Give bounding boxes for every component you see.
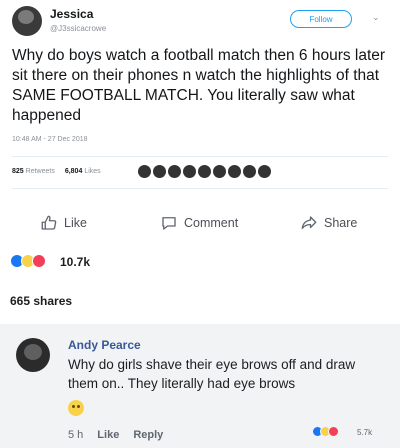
- liker-avatars: [138, 165, 271, 178]
- tweet-stats: 825 Retweets 6,804 Likes: [12, 168, 101, 175]
- avatar[interactable]: [243, 165, 256, 178]
- comment-text: Why do girls shave their eye brows off a…: [68, 357, 356, 391]
- comment-reply-link[interactable]: Reply: [133, 429, 163, 441]
- comment-label: Comment: [184, 216, 239, 230]
- likes-count: 6,804: [64, 168, 83, 175]
- likes-label: Likes: [84, 168, 101, 175]
- comment-reaction-icons[interactable]: [312, 426, 339, 437]
- follow-button[interactable]: Follow: [290, 10, 352, 28]
- comment-meta: 5 h Like Reply: [68, 429, 163, 441]
- comment-button[interactable]: Comment: [160, 214, 238, 232]
- speech-bubble-icon: [160, 214, 178, 232]
- reaction-count[interactable]: 10.7k: [60, 255, 90, 269]
- tweet-author-name[interactable]: Jessica: [50, 7, 93, 21]
- post-actions-bar: Like Comment Share: [0, 214, 400, 234]
- embedded-tweet: Jessica @J3ssicacrowe Follow ⌄ Why do bo…: [0, 0, 400, 196]
- love-reaction-icon: [328, 426, 339, 437]
- comment-age: 5 h: [68, 429, 84, 441]
- avatar[interactable]: [213, 165, 226, 178]
- avatar[interactable]: [183, 165, 196, 178]
- chevron-down-icon[interactable]: ⌄: [372, 12, 380, 23]
- tweet-text: Why do boys watch a football match then …: [12, 47, 386, 124]
- avatar[interactable]: [258, 165, 271, 178]
- avatar[interactable]: [228, 165, 241, 178]
- share-button[interactable]: Share: [300, 214, 357, 232]
- comment-author-name[interactable]: Andy Pearce: [68, 338, 141, 352]
- avatar[interactable]: [168, 165, 181, 178]
- like-button[interactable]: Like: [40, 214, 87, 232]
- avatar[interactable]: [198, 165, 211, 178]
- thumbs-up-icon: [40, 214, 58, 232]
- love-reaction-icon: [32, 254, 46, 268]
- thinking-face-icon: [68, 400, 84, 416]
- tweet-timestamp: 10:48 AM - 27 Dec 2018: [12, 136, 88, 143]
- reaction-icons[interactable]: [10, 254, 46, 268]
- divider: [12, 156, 388, 157]
- retweets-stat[interactable]: 825 Retweets: [12, 168, 55, 175]
- tweet-author-avatar[interactable]: [12, 6, 42, 36]
- avatar[interactable]: [16, 338, 50, 372]
- comment-like-link[interactable]: Like: [97, 429, 119, 441]
- retweets-count: 825: [12, 168, 24, 175]
- divider: [12, 188, 388, 189]
- like-label: Like: [64, 216, 87, 230]
- shares-count[interactable]: 665 shares: [10, 294, 72, 308]
- tweet-author-handle[interactable]: @J3ssicacrowe: [50, 24, 106, 33]
- retweets-label: Retweets: [25, 168, 55, 175]
- share-label: Share: [324, 216, 358, 230]
- likes-stat[interactable]: 6,804 Likes: [65, 168, 101, 175]
- share-arrow-icon: [300, 214, 318, 232]
- avatar[interactable]: [153, 165, 166, 178]
- comment-reaction-count[interactable]: 5.7k: [357, 428, 372, 437]
- avatar[interactable]: [138, 165, 151, 178]
